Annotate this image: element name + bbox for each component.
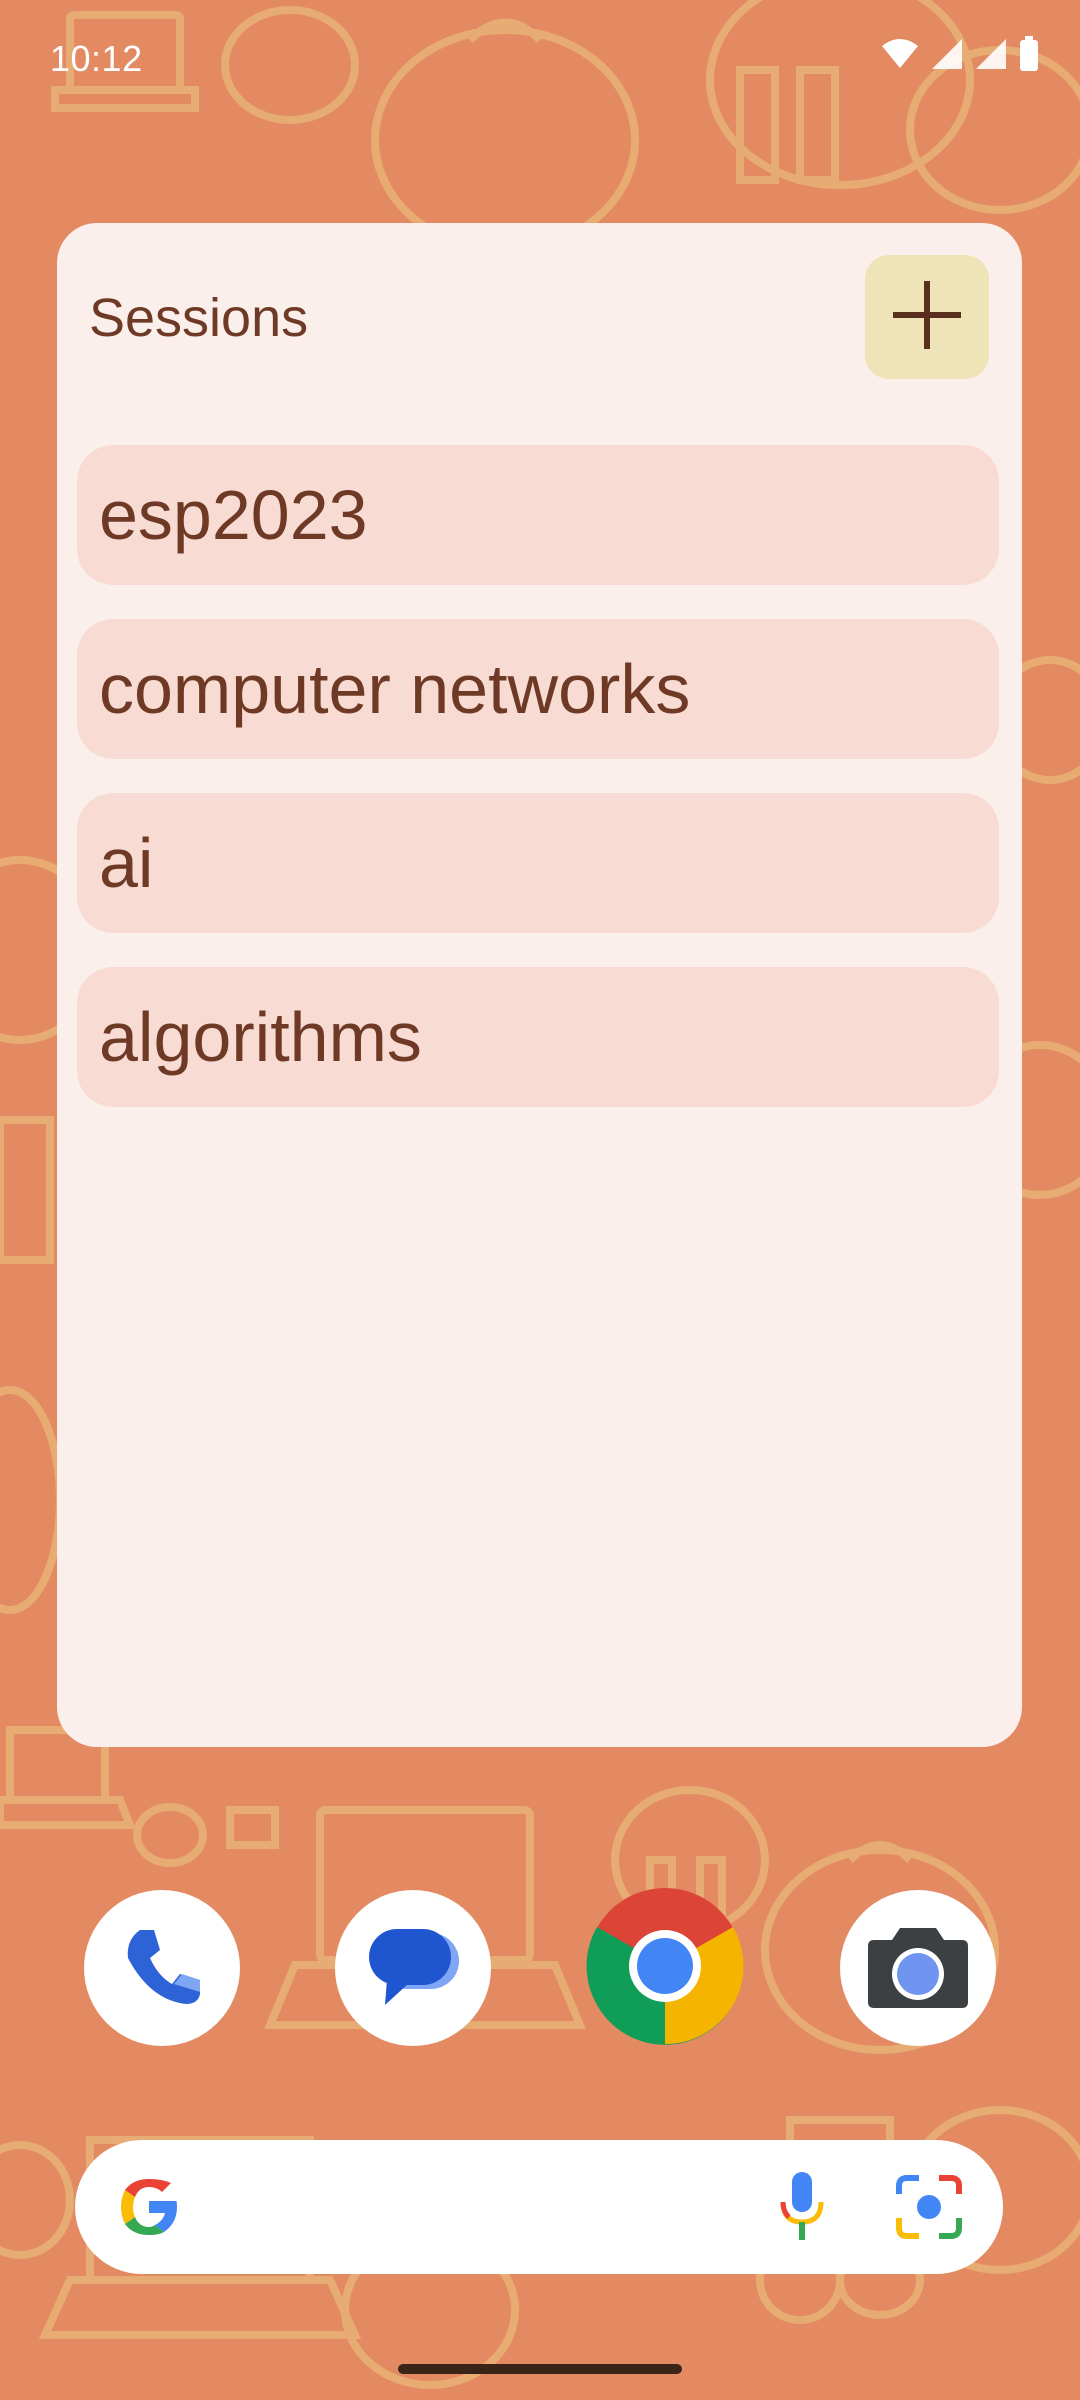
app-dock: [0, 1887, 1080, 2050]
microphone-icon[interactable]: [775, 2170, 829, 2249]
chrome-icon: [585, 1886, 745, 2051]
camera-app-button[interactable]: [840, 1890, 996, 2046]
session-label: ai: [99, 824, 154, 902]
add-session-button[interactable]: [865, 255, 989, 379]
sessions-widget: Sessions esp2023 computer networks ai al…: [57, 223, 1022, 1747]
messages-icon: [363, 1921, 463, 2016]
session-label: computer networks: [99, 650, 691, 728]
signal-icon: [974, 37, 1008, 76]
session-item[interactable]: algorithms: [77, 967, 999, 1107]
status-bar: 10:12: [0, 0, 1080, 120]
chrome-app-button[interactable]: [586, 1887, 744, 2046]
battery-icon: [1018, 36, 1040, 77]
wifi-icon: [880, 38, 920, 75]
google-g-icon: [115, 2173, 183, 2246]
signal-icon: [930, 37, 964, 76]
widget-title: Sessions: [89, 288, 309, 348]
plus-icon: [889, 277, 965, 358]
messages-app-button[interactable]: [335, 1890, 491, 2046]
session-label: esp2023: [99, 476, 368, 554]
session-label: algorithms: [99, 998, 422, 1076]
session-item[interactable]: computer networks: [77, 619, 999, 759]
camera-icon: [864, 1918, 972, 2019]
phone-icon: [114, 1918, 210, 2019]
google-search-bar[interactable]: [75, 2140, 1003, 2274]
session-item[interactable]: esp2023: [77, 445, 999, 585]
status-icons: [880, 36, 1040, 77]
session-list: esp2023 computer networks ai algorithms: [77, 445, 999, 1141]
lens-icon[interactable]: [893, 2172, 965, 2247]
home-indicator[interactable]: [398, 2364, 682, 2374]
status-time: 10:12: [50, 38, 143, 79]
phone-app-button[interactable]: [84, 1890, 240, 2046]
session-item[interactable]: ai: [77, 793, 999, 933]
